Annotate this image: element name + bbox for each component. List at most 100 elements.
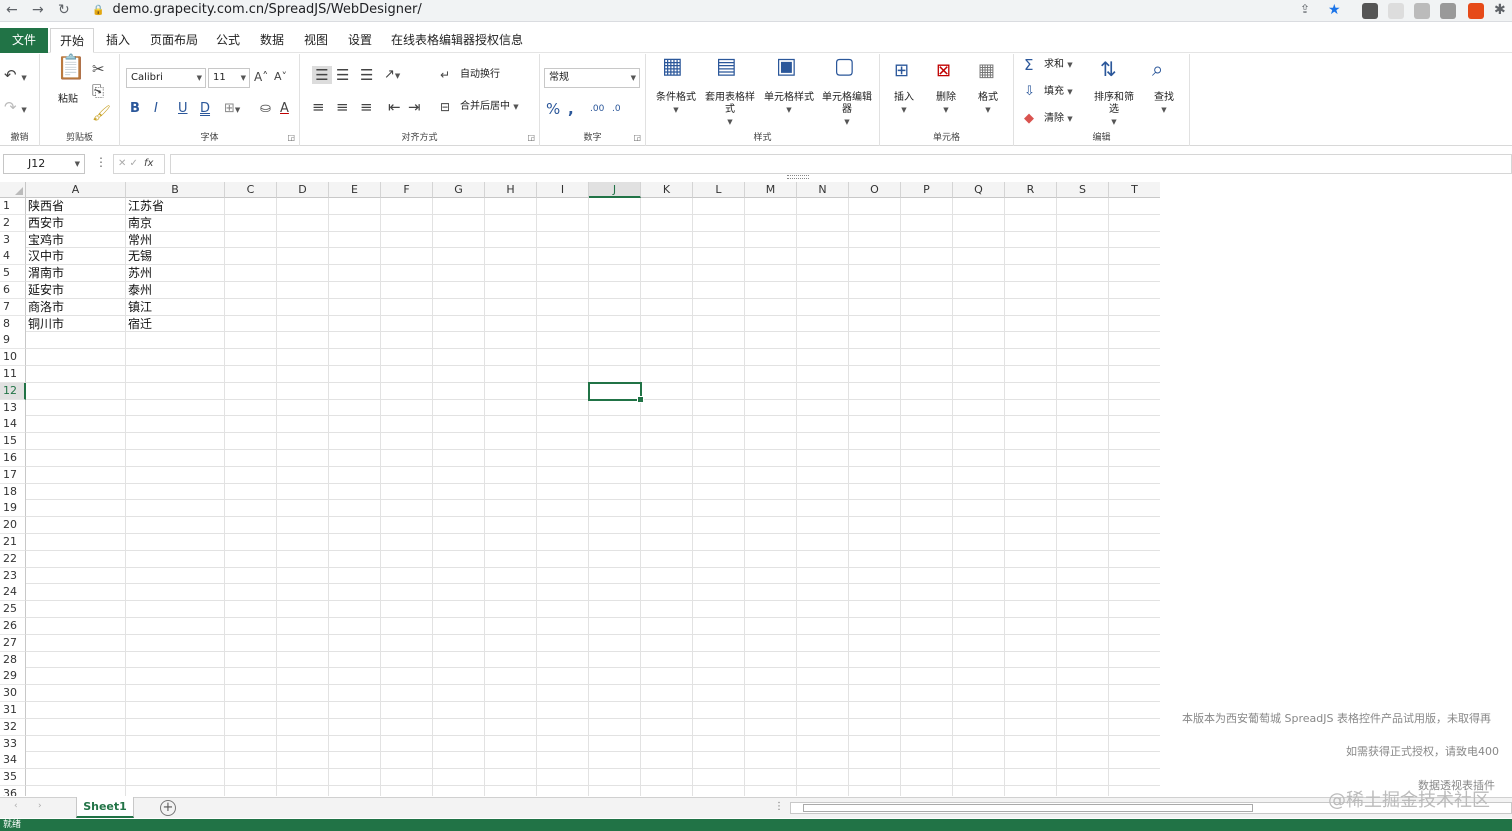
redo-icon[interactable]: ↷ ▼ — [4, 98, 27, 119]
tab-settings[interactable]: 设置 — [338, 28, 382, 53]
fill-icon[interactable]: ⇩ — [1024, 83, 1035, 101]
italic-icon[interactable]: I — [154, 100, 158, 118]
cell-a7[interactable]: 商洛市 — [26, 299, 126, 316]
extension-icon[interactable] — [1468, 3, 1484, 19]
row-header-29[interactable]: 29 — [0, 668, 26, 686]
number-format-select[interactable]: 常规 ▼ — [544, 68, 640, 88]
row-header-30[interactable]: 30 — [0, 685, 26, 703]
cell-b6[interactable]: 泰州 — [126, 282, 225, 299]
row-header-35[interactable]: 35 — [0, 769, 26, 787]
tab-formulas[interactable]: 公式 — [206, 28, 250, 53]
column-header-m[interactable]: M — [745, 182, 797, 198]
merge-center-icon[interactable]: ⊟ — [440, 98, 450, 116]
row-header-32[interactable]: 32 — [0, 718, 26, 736]
cell-style-icon[interactable]: ▣ — [776, 56, 797, 78]
row-header-11[interactable]: 11 — [0, 366, 26, 383]
column-header-g[interactable]: G — [433, 182, 485, 198]
column-header-o[interactable]: O — [849, 182, 901, 198]
column-header-p[interactable]: P — [901, 182, 953, 198]
row-header-18[interactable]: 18 — [0, 483, 26, 501]
row-header-12[interactable]: 12 — [0, 382, 26, 400]
column-header-i[interactable]: I — [537, 182, 589, 198]
table-style-button[interactable]: 套用表格样式 ▼ — [704, 92, 756, 128]
row-header-16[interactable]: 16 — [0, 450, 26, 467]
row-header-5[interactable]: 5 — [0, 265, 26, 283]
tab-data[interactable]: 数据 — [250, 28, 294, 53]
column-header-n[interactable]: N — [797, 182, 849, 198]
row-header-22[interactable]: 22 — [0, 550, 26, 568]
cell-b3[interactable]: 常州 — [126, 232, 225, 249]
cell-b1[interactable]: 江苏省 — [126, 198, 225, 215]
cell-a2[interactable]: 西安市 — [26, 215, 126, 232]
prev-sheet-icon[interactable]: ‹ — [14, 801, 18, 811]
cell-b4[interactable]: 无锡 — [126, 248, 225, 265]
bold-icon[interactable]: B — [130, 100, 140, 118]
wrap-text-icon[interactable]: ↵ — [440, 66, 450, 84]
font-family-select[interactable]: Calibri ▼ — [126, 68, 206, 88]
row-header-26[interactable]: 26 — [0, 618, 26, 635]
format-cells-icon[interactable]: ▦ — [978, 62, 995, 80]
insert-cells-button[interactable]: 插入 ▼ — [888, 92, 920, 116]
row-header-17[interactable]: 17 — [0, 466, 26, 484]
sort-filter-button[interactable]: 排序和筛选 ▼ — [1092, 92, 1136, 128]
cell-a6[interactable]: 延安市 — [26, 282, 126, 299]
column-header-l[interactable]: L — [693, 182, 745, 198]
spreadsheet-grid[interactable]: A B C D E F G H I J K L M N O P Q R S T 1 2 3 4 5 6 7 8 9 10 11 12 13 14 1… — [0, 182, 1160, 796]
share-icon[interactable]: ⇪ — [1300, 2, 1310, 16]
increase-indent-icon[interactable]: ⇥ — [408, 98, 421, 116]
decrease-indent-icon[interactable]: ⇤ — [388, 98, 401, 116]
cancel-confirm-icons[interactable]: ✕ ✓ — [118, 158, 138, 169]
alignment-launcher-icon[interactable]: ◲ — [527, 133, 535, 142]
cell-editor-button[interactable]: 单元格编辑器 ▼ — [822, 92, 872, 128]
tab-insert[interactable]: 插入 — [96, 28, 140, 53]
column-header-f[interactable]: F — [381, 182, 433, 198]
align-center-icon[interactable]: ≡ — [336, 98, 349, 116]
row-header-6[interactable]: 6 — [0, 282, 26, 299]
cell-style-button[interactable]: 单元格样式 ▼ — [764, 92, 814, 116]
row-header-19[interactable]: 19 — [0, 500, 26, 518]
sheet-tab[interactable]: Sheet1 — [76, 797, 134, 818]
row-header-20[interactable]: 20 — [0, 517, 26, 535]
comma-style-icon[interactable]: , — [568, 100, 574, 118]
clear-button[interactable]: 清除 ▼ — [1044, 113, 1084, 125]
column-header-k[interactable]: K — [641, 182, 693, 198]
cell-b7[interactable]: 镇江 — [126, 299, 225, 316]
clear-icon[interactable]: ◆ — [1024, 110, 1034, 128]
font-color-icon[interactable]: A — [280, 100, 289, 118]
row-header-2[interactable]: 2 — [0, 214, 26, 232]
row-header-8[interactable]: 8 — [0, 315, 26, 333]
column-header-q[interactable]: Q — [953, 182, 1005, 198]
extension-icon[interactable] — [1440, 3, 1456, 19]
insert-cells-icon[interactable]: ⊞ — [894, 62, 909, 80]
increase-decimal-icon[interactable]: .00 — [590, 100, 604, 118]
address-bar[interactable]: 🔒 demo.grapecity.com.cn/SpreadJS/WebDesig… — [92, 2, 422, 17]
double-underline-icon[interactable]: D — [200, 100, 210, 118]
column-header-s[interactable]: S — [1057, 182, 1109, 198]
forward-icon[interactable]: → — [32, 2, 44, 18]
row-header-4[interactable]: 4 — [0, 248, 26, 266]
align-top-icon[interactable]: ☰ — [312, 66, 332, 84]
decrease-decimal-icon[interactable]: .0 — [612, 100, 621, 118]
delete-cells-icon[interactable]: ⊠ — [936, 62, 951, 80]
fx-icon[interactable]: fx — [144, 158, 153, 169]
number-launcher-icon[interactable]: ◲ — [633, 133, 641, 142]
align-middle-icon[interactable]: ☰ — [336, 66, 349, 84]
tab-page-layout[interactable]: 页面布局 — [140, 28, 208, 53]
decrease-font-icon[interactable]: A˅ — [274, 68, 287, 86]
row-header-34[interactable]: 34 — [0, 752, 26, 770]
row-header-25[interactable]: 25 — [0, 601, 26, 619]
row-header-7[interactable]: 7 — [0, 298, 26, 316]
row-header-1[interactable]: 1 — [0, 198, 26, 215]
underline-icon[interactable]: U — [178, 100, 188, 118]
column-header-c[interactable]: C — [225, 182, 277, 198]
conditional-format-icon[interactable]: ▦ — [662, 56, 683, 78]
extension-icon[interactable] — [1388, 3, 1404, 19]
cell-editor-icon[interactable]: ▢ — [834, 56, 855, 78]
extension-icon[interactable] — [1414, 3, 1430, 19]
fill-button[interactable]: 填充 ▼ — [1044, 86, 1084, 98]
row-header-14[interactable]: 14 — [0, 416, 26, 434]
cell-b8[interactable]: 宿迁 — [126, 316, 225, 333]
align-bottom-icon[interactable]: ☰ — [360, 66, 373, 84]
undo-icon[interactable]: ↶ ▼ — [4, 66, 27, 87]
add-sheet-button[interactable]: + — [160, 800, 176, 816]
